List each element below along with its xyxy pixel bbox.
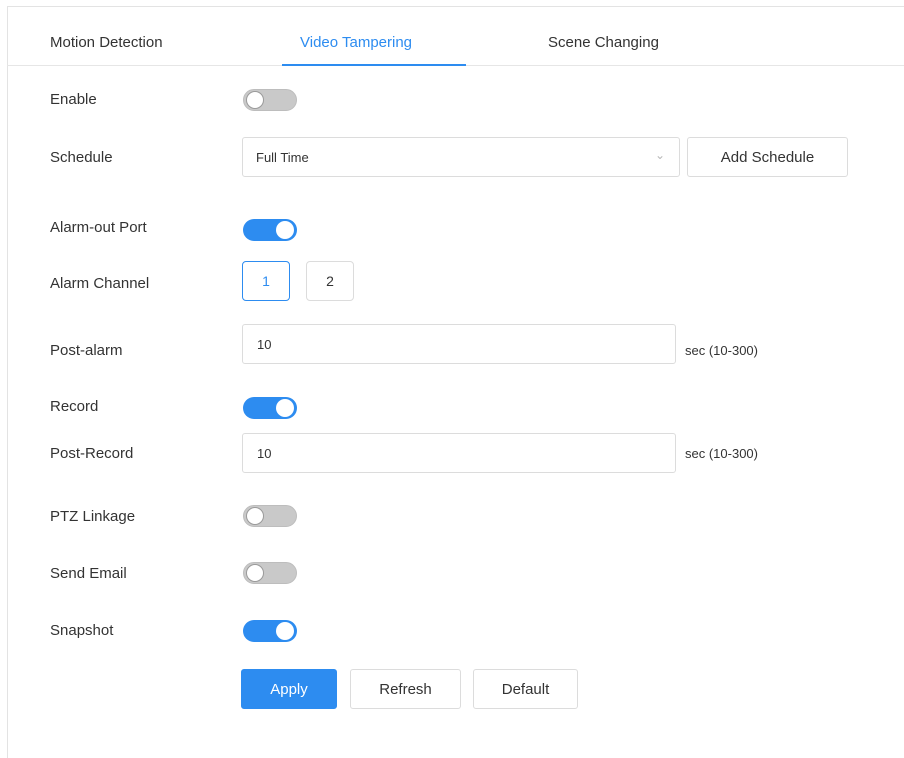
settings-panel: [7, 6, 904, 758]
schedule-label: Schedule: [50, 149, 113, 166]
send-email-label: Send Email: [50, 565, 127, 582]
toggle-knob: [246, 91, 264, 109]
alarm-channel-2[interactable]: 2: [306, 261, 354, 301]
toggle-knob: [276, 622, 294, 640]
post-record-label: Post-Record: [50, 445, 134, 462]
post-alarm-label: Post-alarm: [50, 342, 123, 359]
post-record-unit: sec (10-300): [685, 446, 758, 461]
apply-button[interactable]: Apply: [241, 669, 337, 709]
snapshot-toggle[interactable]: [243, 620, 297, 642]
record-toggle[interactable]: [243, 397, 297, 419]
record-label: Record: [50, 398, 99, 415]
enable-label: Enable: [50, 91, 97, 108]
add-schedule-button[interactable]: Add Schedule: [687, 137, 848, 177]
toggle-knob: [276, 399, 294, 417]
tab-motion-detection[interactable]: Motion Detection: [50, 34, 163, 51]
toggle-knob: [276, 221, 294, 239]
default-button[interactable]: Default: [473, 669, 578, 709]
alarm-channel-1[interactable]: 1: [242, 261, 290, 301]
active-tab-indicator: [282, 64, 466, 66]
alarm-channel-label: Alarm Channel: [50, 275, 150, 292]
toggle-knob: [246, 507, 264, 525]
refresh-button[interactable]: Refresh: [350, 669, 461, 709]
post-alarm-unit: sec (10-300): [685, 343, 758, 358]
alarm-out-port-label: Alarm-out Port: [50, 219, 147, 236]
tab-bar: Motion Detection Video Tampering Scene C…: [7, 6, 904, 66]
tab-video-tampering[interactable]: Video Tampering: [300, 34, 412, 51]
schedule-select[interactable]: Full Time ⌄: [242, 137, 680, 177]
ptz-linkage-label: PTZ Linkage: [50, 508, 136, 525]
tab-scene-changing[interactable]: Scene Changing: [548, 34, 659, 51]
post-alarm-input[interactable]: [242, 324, 676, 364]
send-email-toggle[interactable]: [243, 562, 297, 584]
toggle-knob: [246, 564, 264, 582]
ptz-linkage-toggle[interactable]: [243, 505, 297, 527]
post-record-input[interactable]: [242, 433, 676, 473]
enable-toggle[interactable]: [243, 89, 297, 111]
snapshot-label: Snapshot: [50, 622, 114, 639]
chevron-down-icon: ⌄: [654, 148, 665, 162]
schedule-value: Full Time: [256, 150, 309, 165]
alarm-out-port-toggle[interactable]: [243, 219, 297, 241]
